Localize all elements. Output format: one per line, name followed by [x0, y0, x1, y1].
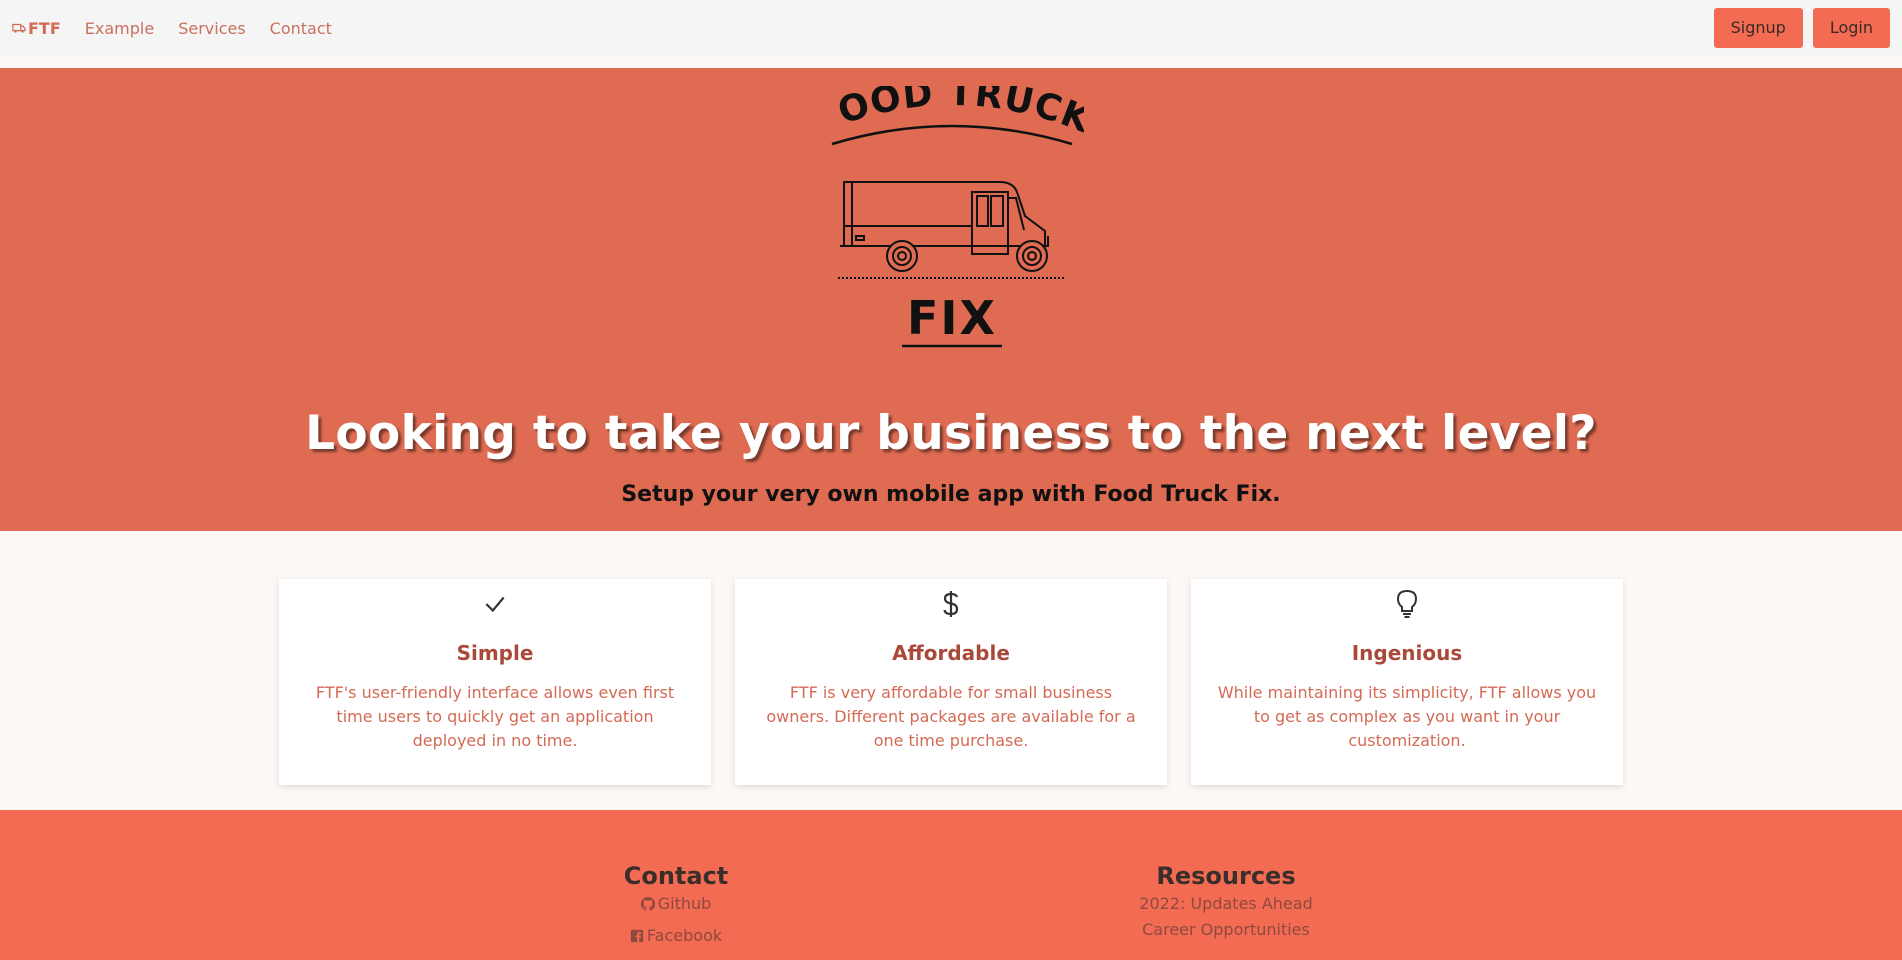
nav-right: Signup Login	[1713, 8, 1890, 48]
feature-text: While maintaining its simplicity, FTF al…	[1217, 683, 1597, 750]
features-section: Simple FTF's user-friendly interface all…	[0, 531, 1902, 810]
facebook-icon	[630, 929, 644, 943]
nav-link-example[interactable]: Example	[85, 19, 154, 38]
footer-resources-column: Resources 2022: Updates Ahead Career Opp…	[1016, 862, 1436, 960]
logo-top-text: FOOD TRUCK	[820, 86, 1084, 142]
github-label: Github	[657, 894, 712, 913]
footer: Contact Github Facebook Resources 2022: …	[0, 810, 1902, 960]
feature-title: Affordable	[892, 641, 1010, 665]
food-truck-fix-logo: FOOD TRUCK FIX	[820, 86, 1084, 348]
updates-link[interactable]: 2022: Updates Ahead	[1016, 892, 1436, 916]
facebook-label: Facebook	[646, 926, 723, 945]
github-icon	[640, 897, 655, 911]
facebook-link[interactable]: Facebook	[466, 924, 886, 948]
feature-title: Simple	[456, 641, 534, 665]
nav-link-contact[interactable]: Contact	[270, 19, 332, 38]
login-button[interactable]: Login	[1812, 8, 1890, 48]
brand-link[interactable]: FTF	[12, 19, 61, 38]
feature-card-affordable: Affordable FTF is very affordable for sm…	[735, 579, 1167, 785]
truck-icon	[12, 23, 26, 33]
dollar-icon	[735, 589, 1167, 619]
nav-link-services[interactable]: Services	[178, 19, 245, 38]
footer-resources-title: Resources	[1156, 862, 1296, 890]
careers-link[interactable]: Career Opportunities	[1016, 918, 1436, 942]
hero-subtitle: Setup your very own mobile app with Food…	[621, 482, 1281, 507]
feature-text: FTF's user-friendly interface allows eve…	[315, 683, 675, 750]
top-navbar: FTF Example Services Contact Signup Logi…	[0, 0, 1902, 56]
brand-label: FTF	[28, 18, 61, 38]
nav-left: FTF Example Services Contact	[12, 19, 332, 38]
hero-section: FOOD TRUCK FIX Looking to take your busi…	[0, 68, 1902, 531]
lightbulb-icon	[1191, 589, 1623, 619]
footer-contact-column: Contact Github Facebook	[466, 862, 886, 960]
truck-illustration	[838, 181, 1066, 279]
feature-text: FTF is very affordable for small busines…	[766, 683, 1136, 750]
nav-spacer	[0, 56, 1902, 68]
signup-button[interactable]: Signup	[1713, 8, 1803, 48]
hero-title: Looking to take your business to the nex…	[305, 406, 1597, 461]
footer-contact-title: Contact	[623, 862, 729, 890]
feature-title: Ingenious	[1351, 641, 1463, 665]
check-icon	[279, 589, 711, 619]
logo-bottom-text: FIX	[907, 291, 997, 345]
github-link[interactable]: Github	[466, 892, 886, 916]
feature-card-ingenious: Ingenious While maintaining its simplici…	[1191, 579, 1623, 785]
feature-card-simple: Simple FTF's user-friendly interface all…	[279, 579, 711, 785]
